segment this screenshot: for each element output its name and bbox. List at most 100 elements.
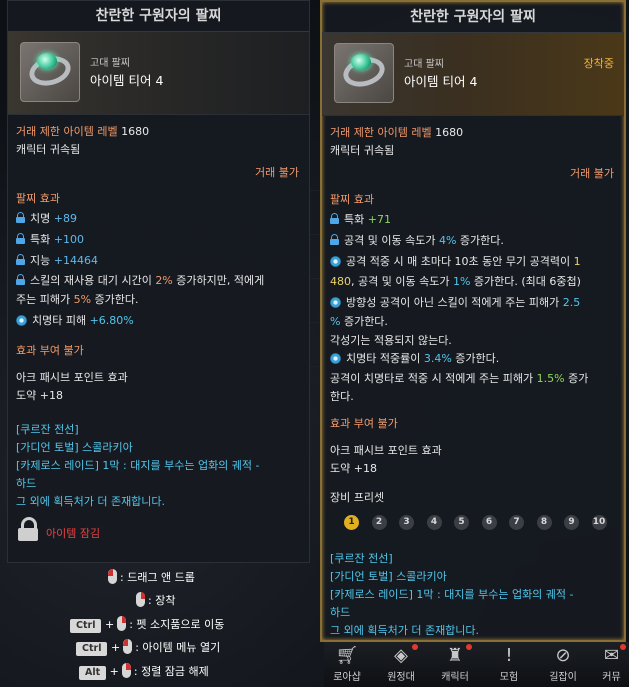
lock-icon <box>16 274 25 285</box>
imbue-status: 효과 부여 불가 <box>330 417 398 430</box>
lock-icon <box>16 212 25 223</box>
source-line: [카제로스 레이드] 1막 : 대지를 부수는 업화의 궤적 - <box>330 588 574 601</box>
nav-character[interactable]: ♜ 캐릭터 <box>434 642 476 683</box>
source-line: 그 외에 획득처가 더 존재합니다. <box>16 495 166 508</box>
effect-line-cont: 공격이 치명타로 적중 시 적에게 주는 피해가 1.5% 증가 <box>330 372 589 385</box>
effect-line: 공격 적중 시 매 초마다 10초 동안 무기 공격력이 1 <box>330 253 581 269</box>
source-line: 그 외에 획득처가 더 존재합니다. <box>330 624 480 637</box>
bracelet-icon <box>334 43 394 103</box>
trade-restriction: 거래 불가 <box>570 167 614 180</box>
help-pet: Ctrl +: 펫 소지품으로 이동 <box>70 616 224 633</box>
alt-key: Alt <box>79 666 107 680</box>
mouse-right-icon <box>136 592 145 607</box>
exclamation-icon: ! <box>505 645 513 666</box>
notification-dot <box>466 644 472 650</box>
help-equip: : 장착 <box>133 592 175 608</box>
preset-2[interactable]: 2 <box>371 515 387 530</box>
nav-guide[interactable]: ⊘ 길잡이 <box>542 642 584 683</box>
imbue-status: 효과 부여 불가 <box>16 344 84 357</box>
bottom-menu-bar: 🛒︎ 로아샵 ◈ 원정대 ♜ 캐릭터 ! 모험 ⊘ 길잡이 ✉ 커뮤 <box>324 642 629 687</box>
bound-status: 캐릭터 귀속됨 <box>330 144 395 157</box>
item-tier: 아이템 티어 4 <box>404 74 478 89</box>
preset-6[interactable]: 6 <box>481 515 497 530</box>
effect-line-cont: 주는 피해가 5% 증가한다. <box>16 293 139 306</box>
nav-adventure[interactable]: ! 모험 <box>488 642 530 683</box>
preset-list: 1 2 3 4 5 6 7 8 9 10 <box>344 514 619 530</box>
source-line: 하드 <box>16 477 37 490</box>
effect-line: 방향성 공격이 아닌 스킬이 적에게 주는 피해가 2.5 <box>330 294 580 310</box>
trade-level-line: 거래 제한 아이템 레벨 1680 <box>330 126 464 139</box>
notification-dot <box>412 644 418 650</box>
cart-icon: 🛒︎ <box>335 645 359 666</box>
ark-passive-header: 아크 패시브 포인트 효과 <box>330 444 442 457</box>
item-tooltip-equipped: 찬란한 구원자의 팔찌 고대 팔찌 아이템 티어 4 장착중 거래 제한 아이템… <box>320 0 626 642</box>
mouse-right-icon <box>117 616 127 631</box>
effect-line: 공격 및 이동 속도가 4% 증가한다. <box>330 232 504 248</box>
mouse-left-icon <box>123 639 133 654</box>
bracelet-icon <box>20 42 80 102</box>
effects-header: 팔찌 효과 <box>330 193 374 206</box>
compass-icon: ⊘ <box>555 645 571 666</box>
reroll-icon <box>330 256 341 267</box>
preset-9[interactable]: 9 <box>564 515 579 530</box>
item-lock-label: 아이템 잠김 <box>46 527 101 540</box>
ctrl-key: Ctrl <box>76 642 108 656</box>
nav-loa-shop[interactable]: 🛒︎ 로아샵 <box>326 642 368 683</box>
source-line: [쿠르잔 전선] <box>330 552 393 565</box>
ark-passive-header: 아크 패시브 포인트 효과 <box>16 371 128 384</box>
item-tier: 아이템 티어 4 <box>90 73 164 88</box>
bound-status: 캐릭터 귀속됨 <box>16 143 81 156</box>
preset-1[interactable]: 1 <box>344 515 359 530</box>
reroll-icon <box>16 315 27 326</box>
effect-line-cont: 480, 공격 및 이동 속도가 1% 증가한다. (최대 6중첩) <box>330 275 581 288</box>
reroll-icon <box>330 297 341 308</box>
source-line: [쿠르잔 전선] <box>16 423 79 436</box>
equipped-badge: 장착중 <box>583 57 614 70</box>
tooltip-header: 고대 팔찌 아이템 티어 4 장착중 <box>322 33 624 116</box>
lock-icon <box>16 233 25 244</box>
nav-expedition[interactable]: ◈ 원정대 <box>380 642 422 683</box>
tooltip-title: 찬란한 구원자의 팔찌 <box>322 2 624 33</box>
trade-level-line: 거래 제한 아이템 레벨 1680 <box>16 125 150 138</box>
item-lock-icon <box>18 517 38 541</box>
tooltip-title: 찬란한 구원자의 팔찌 <box>8 1 309 32</box>
stat-line: 치명 +89 <box>16 210 77 226</box>
effect-line-cont: % 증가한다. <box>330 315 388 328</box>
help-sort: Alt +: 정렬 잠금 해제 <box>79 663 209 680</box>
reroll-icon <box>330 353 341 364</box>
effects-header: 팔찌 효과 <box>16 192 60 205</box>
item-grade: 고대 팔찌 <box>90 58 130 69</box>
item-grade: 고대 팔찌 <box>404 59 444 70</box>
trade-restriction: 거래 불가 <box>255 166 299 179</box>
stat-line: 특화 +71 <box>330 211 391 227</box>
preset-7[interactable]: 7 <box>509 515 524 530</box>
ctrl-key: Ctrl <box>70 619 102 633</box>
source-line: [카제로스 레이드] 1막 : 대지를 부수는 업화의 궤적 - <box>16 459 260 472</box>
effect-line: 치명타 피해 +6.80% <box>16 312 134 328</box>
help-menu: Ctrl +: 아이템 메뉴 열기 <box>76 639 220 656</box>
preset-4[interactable]: 4 <box>426 515 442 530</box>
preset-3[interactable]: 3 <box>399 515 414 530</box>
source-line: [가디언 토벌] 스콜라키아 <box>330 570 447 583</box>
preset-5[interactable]: 5 <box>454 515 469 530</box>
lock-icon <box>16 254 25 265</box>
lock-icon <box>330 213 339 224</box>
item-tooltip-inventory: 찬란한 구원자의 팔찌 고대 팔찌 아이템 티어 4 거래 제한 아이템 레벨 … <box>7 0 310 563</box>
source-line: 하드 <box>330 606 351 619</box>
notification-dot <box>620 644 626 650</box>
preset-8[interactable]: 8 <box>536 515 552 530</box>
ark-passive-value: 도약 +18 <box>330 462 377 475</box>
effect-line-cont: 각성기는 적용되지 않는다. <box>330 334 452 347</box>
lock-icon <box>330 234 339 245</box>
mouse-right-icon <box>121 663 131 678</box>
effect-line: 스킬의 재사용 대기 시간이 2% 증가하지만, 적에게 <box>16 272 264 288</box>
preset-10[interactable]: 10 <box>591 515 607 530</box>
help-drag: : 드래그 앤 드롭 <box>105 569 195 585</box>
preset-header: 장비 프리셋 <box>330 491 385 504</box>
stat-line: 특화 +100 <box>16 231 84 247</box>
tooltip-header: 고대 팔찌 아이템 티어 4 <box>8 32 309 115</box>
nav-community[interactable]: ✉ 커뮤 <box>594 642 629 683</box>
ark-passive-value: 도약 +18 <box>16 389 63 402</box>
stat-line: 지능 +14464 <box>16 252 98 268</box>
effect-line: 치명타 적중률이 3.4% 증가한다. <box>330 350 499 366</box>
